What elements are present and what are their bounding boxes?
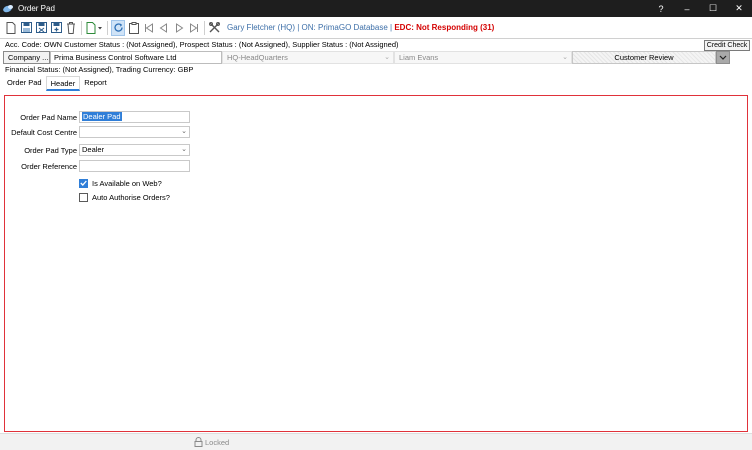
order-pad-name-label: Order Pad Name bbox=[20, 112, 77, 122]
tab-bar: Order Pad Header Report bbox=[3, 76, 111, 91]
customer-review-status: Customer Review bbox=[572, 51, 716, 64]
financial-status-line: Financial Status: (Not Assigned), Tradin… bbox=[5, 65, 194, 74]
order-reference-input[interactable] bbox=[79, 160, 190, 172]
order-pad-type-value: Dealer bbox=[82, 145, 105, 154]
order-pad-name-input[interactable]: Dealer Pad bbox=[79, 111, 190, 123]
chevron-down-icon: ⌄ bbox=[384, 54, 390, 61]
order-pad-name-row: Order Pad Name Dealer Pad bbox=[5, 111, 190, 123]
company-name-field[interactable]: Prima Business Control Software Ltd bbox=[50, 51, 222, 64]
lock-status-label: Locked bbox=[205, 437, 230, 447]
order-reference-label: Order Reference bbox=[21, 161, 77, 171]
title-bar: Order Pad ? – ☐ ✕ bbox=[0, 0, 752, 17]
save-icon[interactable] bbox=[20, 21, 32, 35]
auto-authorise-row: Auto Authorise Orders? bbox=[79, 192, 170, 202]
maximize-button[interactable]: ☐ bbox=[700, 0, 726, 17]
next-record-icon[interactable] bbox=[173, 21, 185, 35]
branch-combo[interactable]: HQ-HeadQuarters ⌄ bbox=[222, 51, 394, 64]
company-button[interactable]: Company ... bbox=[3, 51, 50, 64]
chevron-down-icon: ⌄ bbox=[181, 128, 187, 135]
toolbar: Gary Fletcher (HQ) | ON: PrimaGO Databas… bbox=[0, 17, 752, 39]
lock-status: Locked bbox=[194, 437, 229, 447]
order-reference-row: Order Reference bbox=[5, 160, 190, 172]
lock-icon bbox=[194, 437, 203, 447]
user-info: Gary Fletcher (HQ) | ON: PrimaGO Databas… bbox=[227, 23, 393, 32]
order-pad-type-row: Order Pad Type Dealer ⌄ bbox=[5, 144, 190, 156]
tab-header[interactable]: Header bbox=[45, 76, 81, 91]
company-row: Company ... Prima Business Control Softw… bbox=[3, 51, 750, 64]
tools-icon[interactable] bbox=[208, 21, 220, 35]
default-cost-centre-row: Default Cost Centre ⌄ bbox=[5, 126, 190, 138]
toolbar-separator bbox=[81, 20, 82, 35]
order-pad-type-select[interactable]: Dealer ⌄ bbox=[79, 144, 190, 156]
window-title: Order Pad bbox=[18, 4, 55, 13]
tab-order-pad[interactable]: Order Pad bbox=[3, 76, 46, 91]
toolbar-separator bbox=[107, 20, 108, 35]
auto-authorise-checkbox[interactable] bbox=[79, 192, 88, 202]
app-logo-icon bbox=[3, 4, 15, 14]
branch-value: HQ-HeadQuarters bbox=[227, 53, 288, 62]
header-form-panel: Order Pad Name Dealer Pad Default Cost C… bbox=[4, 95, 748, 432]
default-cost-centre-select[interactable]: ⌄ bbox=[79, 126, 190, 138]
credit-check-button[interactable]: Credit Check bbox=[704, 40, 750, 51]
auto-authorise-label: Auto Authorise Orders? bbox=[92, 192, 170, 202]
chevron-down-icon: ⌄ bbox=[562, 54, 568, 61]
order-pad-name-value: Dealer Pad bbox=[82, 112, 122, 121]
available-on-web-checkbox[interactable] bbox=[79, 178, 88, 188]
contact-combo[interactable]: Liam Evans ⌄ bbox=[394, 51, 572, 64]
previous-record-icon[interactable] bbox=[158, 21, 170, 35]
close-button[interactable]: ✕ bbox=[726, 0, 752, 17]
new-doc-icon[interactable] bbox=[5, 21, 17, 35]
help-button[interactable]: ? bbox=[648, 0, 674, 17]
status-bar: Locked bbox=[0, 433, 752, 450]
refresh-icon[interactable] bbox=[111, 19, 125, 36]
account-status-line: Acc. Code: OWN Customer Status : (Not As… bbox=[5, 40, 399, 49]
delete-icon[interactable] bbox=[65, 21, 77, 35]
clipboard-icon[interactable] bbox=[128, 21, 140, 35]
order-pad-type-label: Order Pad Type bbox=[24, 145, 77, 155]
first-record-icon[interactable] bbox=[143, 21, 155, 35]
toolbar-separator bbox=[204, 20, 205, 35]
available-on-web-row: Is Available on Web? bbox=[79, 178, 162, 188]
default-cost-centre-label: Default Cost Centre bbox=[11, 127, 77, 137]
available-on-web-label: Is Available on Web? bbox=[92, 178, 162, 188]
save-close-icon[interactable] bbox=[35, 21, 47, 35]
chevron-down-icon bbox=[719, 55, 727, 60]
minimize-button[interactable]: – bbox=[674, 0, 700, 17]
last-record-icon[interactable] bbox=[188, 21, 200, 35]
review-dropdown-button[interactable] bbox=[716, 51, 730, 64]
add-document-dropdown-icon[interactable] bbox=[85, 21, 103, 35]
tab-report[interactable]: Report bbox=[80, 76, 111, 91]
save-new-icon[interactable] bbox=[50, 21, 62, 35]
contact-value: Liam Evans bbox=[399, 53, 439, 62]
edc-status: EDC: Not Responding (31) bbox=[394, 23, 495, 32]
window-controls: ? – ☐ ✕ bbox=[648, 0, 752, 17]
checkmark-icon bbox=[80, 180, 87, 186]
connection-status: Gary Fletcher (HQ) | ON: PrimaGO Databas… bbox=[227, 23, 494, 32]
chevron-down-icon: ⌄ bbox=[181, 146, 187, 153]
